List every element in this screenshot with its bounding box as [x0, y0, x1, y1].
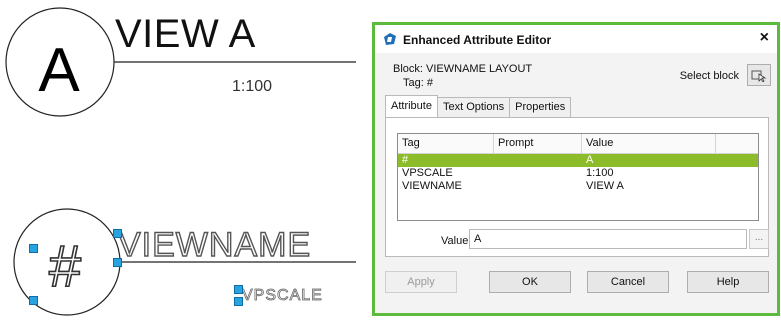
column-header-prompt[interactable]: Prompt: [494, 134, 582, 153]
close-icon[interactable]: ×: [760, 29, 769, 47]
help-button[interactable]: Help: [687, 271, 769, 293]
cell-tag: VIEWNAME: [402, 180, 462, 192]
template-viewname-attribute[interactable]: VIEWNAME: [117, 225, 311, 265]
view-title-text: VIEW A: [115, 12, 256, 56]
block-name-text: Block: VIEWNAME LAYOUT: [393, 63, 533, 75]
tab-attribute[interactable]: Attribute: [385, 95, 438, 119]
view-bubble-letter: A: [38, 36, 80, 105]
cad-drawing-area: A VIEW A 1:100 # VIEWNAME VPSCALE: [0, 0, 360, 320]
template-vpscale-attribute[interactable]: VPSCALE: [242, 287, 323, 305]
cell-value: 1:100: [586, 167, 614, 179]
cell-prompt: [494, 154, 582, 167]
apply-button[interactable]: Apply: [385, 271, 457, 293]
selection-grip[interactable]: [29, 296, 38, 305]
app-icon: [384, 33, 396, 45]
cell-value: VIEW A: [586, 180, 624, 192]
table-row[interactable]: VIEWNAME VIEW A: [398, 180, 758, 193]
tab-properties[interactable]: Properties: [509, 97, 572, 118]
attribute-list[interactable]: Tag Prompt Value # A VPSCALE 1:100 VIEWN…: [397, 133, 759, 221]
attribute-list-header: Tag Prompt Value: [398, 134, 758, 154]
selection-grip[interactable]: [113, 258, 122, 267]
ellipsis-button[interactable]: ...: [749, 229, 769, 249]
view-scale-text: 1:100: [232, 78, 273, 95]
value-input[interactable]: [469, 229, 747, 249]
cell-tag: #: [402, 154, 409, 166]
table-row[interactable]: # A: [398, 154, 758, 167]
value-label: Value:: [441, 235, 472, 247]
selection-grip[interactable]: [234, 297, 243, 306]
ok-button[interactable]: OK: [489, 271, 571, 293]
tab-strip: Attribute Text Options Properties: [385, 95, 572, 119]
selection-grip[interactable]: [29, 244, 38, 253]
table-row[interactable]: VPSCALE 1:100: [398, 167, 758, 180]
selection-grip[interactable]: [234, 285, 243, 294]
cell-prompt: [494, 180, 582, 193]
tab-text-options[interactable]: Text Options: [436, 97, 511, 118]
column-header-value[interactable]: Value: [582, 134, 716, 153]
select-block-button[interactable]: [747, 64, 771, 86]
tag-name-text: Tag: #: [403, 77, 433, 89]
enhanced-attribute-editor-dialog: Enhanced Attribute Editor × Block: VIEWN…: [372, 22, 780, 316]
dialog-title: Enhanced Attribute Editor: [403, 33, 552, 47]
template-hash-attribute[interactable]: #: [38, 237, 92, 297]
column-header-tag[interactable]: Tag: [398, 134, 494, 153]
dialog-titlebar[interactable]: Enhanced Attribute Editor ×: [375, 25, 777, 53]
cell-prompt: [494, 167, 582, 180]
select-block-label: Select block: [679, 70, 739, 82]
selection-grip[interactable]: [113, 229, 122, 238]
cell-value: A: [586, 154, 594, 166]
select-block-icon: [751, 70, 767, 82]
cell-tag: VPSCALE: [402, 167, 453, 179]
cancel-button[interactable]: Cancel: [587, 271, 669, 293]
